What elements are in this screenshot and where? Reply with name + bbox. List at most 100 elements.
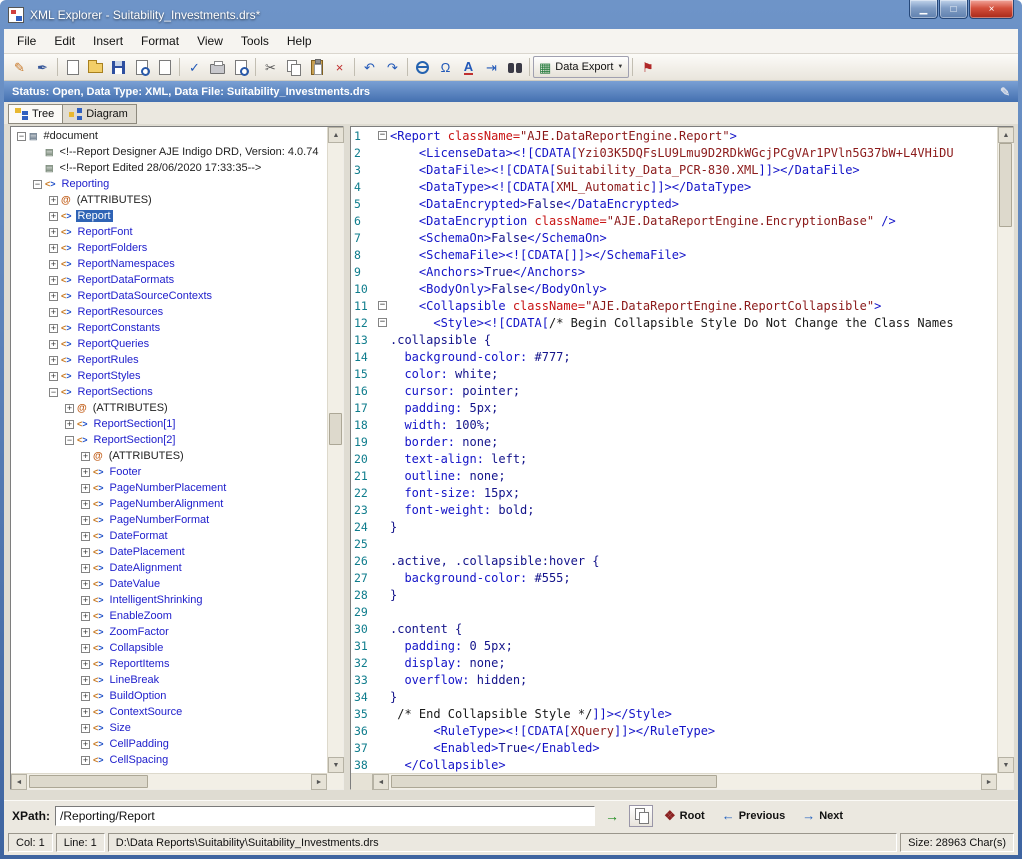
scroll-down-button[interactable]: ▼ bbox=[998, 757, 1014, 773]
tree-node[interactable]: +@(ATTRIBUTES) bbox=[11, 448, 327, 464]
print-icon[interactable] bbox=[206, 56, 229, 78]
tree-node[interactable]: +<>Size bbox=[11, 720, 327, 736]
expand-toggle[interactable]: + bbox=[49, 324, 58, 333]
tree-node[interactable]: +<>ReportFont bbox=[11, 224, 327, 240]
scroll-down-button[interactable]: ▼ bbox=[328, 757, 344, 773]
tree-node[interactable]: +<>BuildOption bbox=[11, 688, 327, 704]
menu-item-tools[interactable]: Tools bbox=[232, 30, 278, 52]
tree-node[interactable]: −<>ReportSection[2] bbox=[11, 432, 327, 448]
save-icon[interactable] bbox=[107, 56, 130, 78]
xpath-go-button[interactable]: → bbox=[600, 805, 624, 827]
scroll-right-button[interactable]: ► bbox=[981, 774, 997, 790]
expand-toggle[interactable]: + bbox=[81, 628, 90, 637]
collapse-toggle[interactable]: − bbox=[65, 436, 74, 445]
tree-node[interactable]: +<>ReportSection[1] bbox=[11, 416, 327, 432]
tree-node[interactable]: +<>ContextSource bbox=[11, 704, 327, 720]
expand-toggle[interactable]: + bbox=[49, 276, 58, 285]
tree-node[interactable]: +<>PageNumberPlacement bbox=[11, 480, 327, 496]
tree-node[interactable]: +<>ReportQueries bbox=[11, 336, 327, 352]
menu-item-insert[interactable]: Insert bbox=[84, 30, 132, 52]
expand-toggle[interactable]: + bbox=[49, 244, 58, 253]
expand-toggle[interactable]: + bbox=[81, 692, 90, 701]
tree-node[interactable]: +<>ZoomFactor bbox=[11, 624, 327, 640]
expand-toggle[interactable]: + bbox=[81, 564, 90, 573]
cut-icon[interactable]: ✂ bbox=[259, 56, 282, 78]
expand-toggle[interactable]: + bbox=[81, 612, 90, 621]
redo-icon[interactable]: ↷ bbox=[381, 56, 404, 78]
pencil-icon[interactable]: ✎ bbox=[1000, 85, 1010, 99]
expand-toggle[interactable]: + bbox=[49, 340, 58, 349]
scroll-right-button[interactable]: ► bbox=[311, 774, 327, 790]
tree-node[interactable]: +<>ReportFolders bbox=[11, 240, 327, 256]
tree-node[interactable]: −<>ReportSections bbox=[11, 384, 327, 400]
tree-node[interactable]: ▤<!--Report Designer AJE Indigo DRD, Ver… bbox=[11, 144, 327, 160]
expand-toggle[interactable]: + bbox=[49, 196, 58, 205]
expand-toggle[interactable]: + bbox=[81, 740, 90, 749]
tree-node[interactable]: ▤<!--Report Edited 28/06/2020 17:33:35--… bbox=[11, 160, 327, 176]
collapse-toggle[interactable]: − bbox=[17, 132, 26, 141]
close-button[interactable]: × bbox=[969, 0, 1014, 19]
tree-node[interactable]: +<>IntelligentShrinking bbox=[11, 592, 327, 608]
menu-item-view[interactable]: View bbox=[188, 30, 232, 52]
collapse-toggle[interactable]: − bbox=[33, 180, 42, 189]
title-bar[interactable]: XML Explorer - Suitability_Investments.d… bbox=[0, 0, 1022, 29]
tree-node[interactable]: +<>Collapsible bbox=[11, 640, 327, 656]
undo-icon[interactable]: ↶ bbox=[358, 56, 381, 78]
xml-editor[interactable]: 1−<Report className="AJE.DataReportEngin… bbox=[351, 128, 997, 773]
report-designer-icon[interactable]: ✎ bbox=[8, 56, 31, 78]
fold-toggle[interactable]: − bbox=[378, 318, 387, 327]
tree-node[interactable]: +<>ReportNamespaces bbox=[11, 256, 327, 272]
expand-toggle[interactable]: + bbox=[81, 484, 90, 493]
scroll-thumb[interactable] bbox=[391, 775, 717, 788]
tree-node[interactable]: +<>DatePlacement bbox=[11, 544, 327, 560]
validate-icon[interactable]: ✓ bbox=[183, 56, 206, 78]
open-file-icon[interactable] bbox=[84, 56, 107, 78]
minimize-button[interactable]: ▁ bbox=[909, 0, 938, 19]
expand-toggle[interactable]: + bbox=[49, 292, 58, 301]
scroll-thumb[interactable] bbox=[999, 143, 1012, 227]
tree-node[interactable]: +<>EnableZoom bbox=[11, 608, 327, 624]
tab-tree[interactable]: Tree bbox=[8, 104, 63, 124]
split-handle[interactable] bbox=[351, 774, 373, 790]
scroll-track[interactable] bbox=[328, 143, 343, 757]
expand-toggle[interactable]: + bbox=[49, 212, 58, 221]
scroll-up-button[interactable]: ▲ bbox=[998, 127, 1014, 143]
tree-node[interactable]: +<>LineBreak bbox=[11, 672, 327, 688]
expand-toggle[interactable]: + bbox=[81, 676, 90, 685]
tree-node[interactable]: +<>DateValue bbox=[11, 576, 327, 592]
maximize-button[interactable]: □ bbox=[939, 0, 968, 19]
expand-toggle[interactable]: + bbox=[81, 452, 90, 461]
tree-node[interactable]: −<>Reporting bbox=[11, 176, 327, 192]
page-setup-icon[interactable] bbox=[153, 56, 176, 78]
scroll-track[interactable] bbox=[998, 143, 1013, 757]
font-color-icon[interactable]: A bbox=[457, 56, 480, 78]
find-icon[interactable] bbox=[503, 56, 526, 78]
tree-node[interactable]: +<>ReportStyles bbox=[11, 368, 327, 384]
tree-node[interactable]: +<>ReportDataFormats bbox=[11, 272, 327, 288]
tree-node[interactable]: +<>ReportResources bbox=[11, 304, 327, 320]
scroll-thumb[interactable] bbox=[29, 775, 148, 788]
root-button[interactable]: ❖ Root bbox=[658, 808, 711, 824]
new-file-icon[interactable] bbox=[61, 56, 84, 78]
expand-toggle[interactable]: + bbox=[81, 580, 90, 589]
fold-toggle[interactable]: − bbox=[378, 131, 387, 140]
scroll-thumb[interactable] bbox=[329, 413, 342, 445]
expand-toggle[interactable]: + bbox=[81, 644, 90, 653]
tree-node[interactable]: +<>DateAlignment bbox=[11, 560, 327, 576]
expand-toggle[interactable]: + bbox=[65, 404, 74, 413]
tree-vertical-scrollbar[interactable]: ▲ ▼ bbox=[327, 127, 343, 773]
editor-vertical-scrollbar[interactable]: ▲ ▼ bbox=[997, 127, 1013, 773]
scroll-up-button[interactable]: ▲ bbox=[328, 127, 344, 143]
expand-toggle[interactable]: + bbox=[81, 596, 90, 605]
page-preview-icon[interactable] bbox=[130, 56, 153, 78]
expand-toggle[interactable]: + bbox=[81, 756, 90, 765]
special-characters-icon[interactable]: Ω bbox=[434, 56, 457, 78]
expand-toggle[interactable]: + bbox=[81, 532, 90, 541]
expand-toggle[interactable]: + bbox=[81, 516, 90, 525]
tree-node[interactable]: +@(ATTRIBUTES) bbox=[11, 400, 327, 416]
goto-column-icon[interactable]: ⇥ bbox=[480, 56, 503, 78]
xpath-input[interactable] bbox=[55, 806, 595, 826]
expand-toggle[interactable]: + bbox=[81, 660, 90, 669]
tree-node-selected[interactable]: +<>Report bbox=[11, 208, 327, 224]
tree-node[interactable]: +<>PageNumberFormat bbox=[11, 512, 327, 528]
